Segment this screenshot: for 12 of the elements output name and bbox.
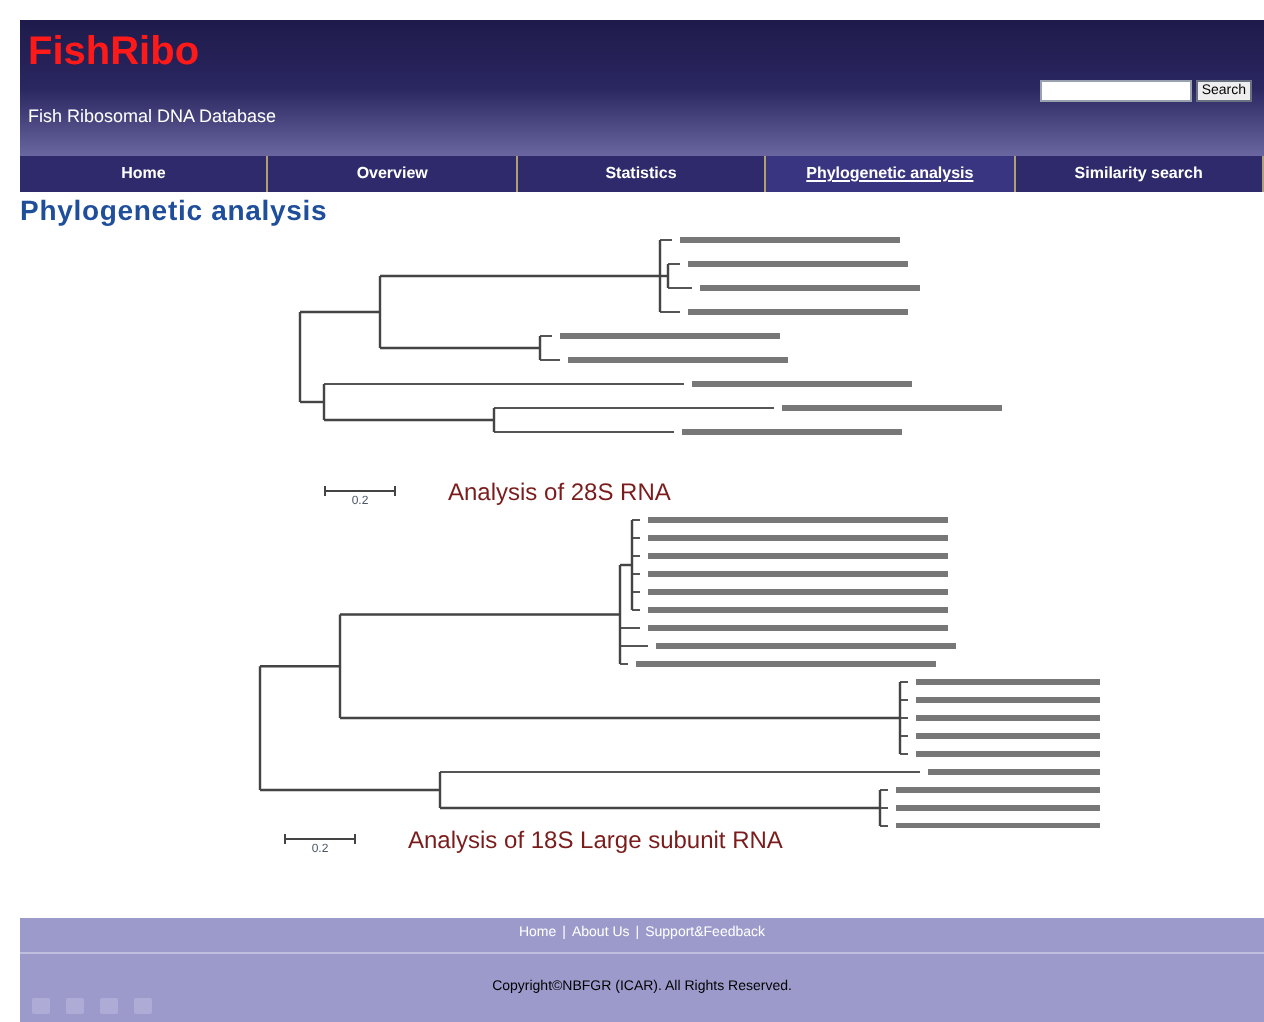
search-field[interactable] <box>1039 80 1192 102</box>
nav-tab[interactable]: Home <box>20 156 269 192</box>
figure-caption: Analysis of 18S Large subunit RNA <box>408 828 783 852</box>
site-logo: FishRibo <box>28 32 202 72</box>
nav-tab[interactable]: Phylogenetic analysis <box>766 156 1016 192</box>
site-subtitle: Fish Ribosomal DNA Database <box>28 104 277 130</box>
page-heading: Phylogenetic analysis <box>20 196 330 224</box>
scale-bar-icon <box>324 486 396 496</box>
nav-tab[interactable]: Similarity search <box>1015 156 1264 192</box>
nav-tab[interactable]: Overview <box>268 156 518 192</box>
scale-bar-icon <box>284 834 356 844</box>
figure-caption: Analysis of 28S RNA <box>448 480 671 504</box>
